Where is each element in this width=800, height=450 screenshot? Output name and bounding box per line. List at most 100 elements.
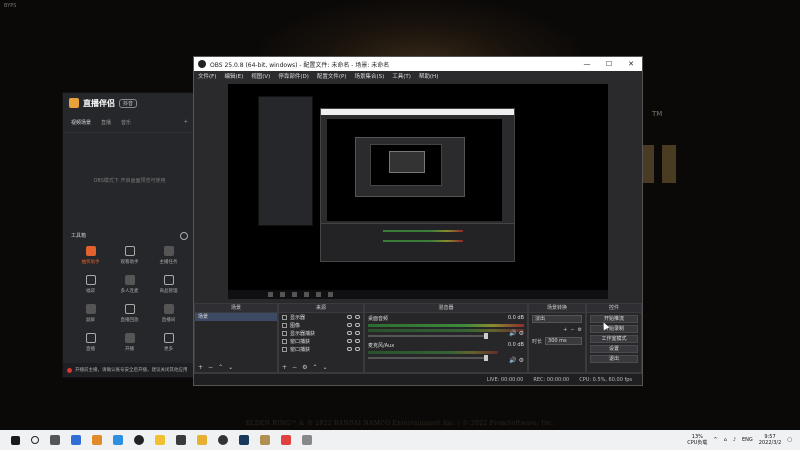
toolbox-item[interactable]: 直播回放 <box>110 304 149 323</box>
start-icon[interactable] <box>11 435 20 445</box>
assistant-header: 直播伴侣 抖音 <box>63 93 196 113</box>
toolbox-item-label: 直播 <box>86 347 95 352</box>
nested-taskbar <box>228 290 608 299</box>
volume-fader[interactable] <box>368 333 488 339</box>
toolbox-item[interactable]: 抽奖助手 <box>71 246 110 265</box>
minimize-button[interactable]: — <box>576 60 598 68</box>
steam-icon[interactable] <box>239 435 249 445</box>
source-settings-icon[interactable]: ⚙ <box>302 364 307 371</box>
task-view-icon[interactable] <box>50 435 60 445</box>
toolbox-item[interactable]: 福袋 <box>71 275 110 294</box>
network-icon[interactable]: ⌂ <box>724 437 727 443</box>
tab-music[interactable]: 音乐 <box>121 119 131 126</box>
app-icon-mail[interactable] <box>113 435 123 445</box>
scene-item[interactable]: 场景 <box>195 313 277 321</box>
toolbox-item[interactable]: 更多 <box>149 333 188 352</box>
visibility-icon[interactable] <box>347 323 352 327</box>
duration-label: 时长 <box>532 338 543 345</box>
visibility-icon[interactable] <box>347 339 352 343</box>
lock-icon[interactable] <box>355 347 360 351</box>
obs-taskbar-icon[interactable] <box>218 435 228 445</box>
volume-icon[interactable]: ♪ <box>733 437 736 443</box>
app-icon-video[interactable] <box>281 435 291 445</box>
stream-preview[interactable] <box>228 84 608 299</box>
move-up-icon[interactable]: ⌃ <box>218 364 223 371</box>
move-up-icon[interactable]: ⌃ <box>312 364 317 371</box>
search-icon[interactable] <box>31 436 39 444</box>
lock-icon[interactable] <box>355 315 360 319</box>
lock-icon[interactable] <box>355 331 360 335</box>
speaker-icon[interactable]: 🔊 ⚙ <box>509 330 524 337</box>
tab-scene[interactable]: 视频场景 <box>71 119 91 126</box>
remove-transition-icon[interactable]: − <box>570 327 574 333</box>
toolbox-item[interactable]: 商品管理 <box>149 275 188 294</box>
speaker-icon[interactable]: 🔊 ⚙ <box>509 357 524 364</box>
tray-chevron-icon[interactable]: ^ <box>713 437 717 443</box>
menu-item[interactable]: 编辑(E) <box>224 72 243 80</box>
language-indicator[interactable]: ENG <box>742 437 753 443</box>
menu-item[interactable]: 配置文件(P) <box>317 72 347 80</box>
app-icon-assistant[interactable] <box>197 435 207 445</box>
start-recording-button[interactable]: 开始录制 <box>590 325 638 333</box>
app-icon-settings[interactable] <box>302 435 312 445</box>
add-tab-icon[interactable]: + <box>184 119 188 126</box>
menu-item[interactable]: 场景集合(S) <box>354 72 384 80</box>
app-icon-browser[interactable] <box>71 435 81 445</box>
tab-live[interactable]: 直播 <box>101 119 111 126</box>
fader-knob[interactable] <box>484 355 488 361</box>
toolbox-item[interactable]: 直播 <box>71 333 110 352</box>
close-button[interactable]: ✕ <box>620 60 642 68</box>
toolbox-item[interactable]: 观看助手 <box>110 246 149 265</box>
toolbox-settings-icon[interactable] <box>180 232 188 240</box>
toolbox-item[interactable]: 开播 <box>110 333 149 352</box>
toolbox-item[interactable]: 多人连麦 <box>110 275 149 294</box>
add-transition-icon[interactable]: + <box>563 327 567 333</box>
studio-mode-button[interactable]: 工作室模式 <box>590 335 638 343</box>
visibility-icon[interactable] <box>347 315 352 319</box>
source-type-icon <box>282 314 287 320</box>
source-item[interactable]: 窗口捕获 <box>279 345 363 353</box>
toolbox-item[interactable]: 副屏 <box>71 304 110 323</box>
volume-fader[interactable] <box>368 355 488 361</box>
app-icon-store[interactable] <box>92 435 102 445</box>
source-item[interactable]: 显示器 <box>279 313 363 321</box>
visibility-icon[interactable] <box>347 331 352 335</box>
menu-item[interactable]: 停靠部件(D) <box>278 72 309 80</box>
platform-badge[interactable]: 抖音 <box>119 98 138 108</box>
source-item[interactable]: 图像 <box>279 321 363 329</box>
menu-item[interactable]: 视图(V) <box>251 72 270 80</box>
toolbox-item[interactable]: 直播间 <box>149 304 188 323</box>
transition-select[interactable]: 淡出 <box>532 315 582 323</box>
source-item[interactable]: 显示器捕获 <box>279 329 363 337</box>
remove-source-icon[interactable]: − <box>292 364 297 371</box>
menu-item[interactable]: 帮助(H) <box>419 72 438 80</box>
add-scene-icon[interactable]: + <box>198 364 203 371</box>
menu-item[interactable]: 文件(F) <box>198 72 216 80</box>
duration-input[interactable]: 300 ms <box>545 337 582 345</box>
transition-settings-icon[interactable]: ⚙ <box>578 327 582 333</box>
cpu-widget[interactable]: 13% CPU负载 <box>687 434 707 446</box>
menu-item[interactable]: 工具(T) <box>392 72 411 80</box>
app-icon-tool[interactable] <box>176 435 186 445</box>
settings-button[interactable]: 设置 <box>590 345 638 353</box>
toolbox-item[interactable]: 主播任务 <box>149 246 188 265</box>
maximize-button[interactable]: ☐ <box>598 60 620 68</box>
exit-button[interactable]: 退出 <box>590 355 638 363</box>
source-item[interactable]: 窗口捕获 <box>279 337 363 345</box>
notification-icon[interactable]: ▢ <box>787 437 792 443</box>
fader-knob[interactable] <box>484 333 488 339</box>
folder-icon[interactable] <box>155 435 165 445</box>
app-icon-game[interactable] <box>134 435 144 445</box>
move-down-icon[interactable]: ⌄ <box>228 364 233 371</box>
remove-scene-icon[interactable]: − <box>208 364 213 371</box>
lock-icon[interactable] <box>355 339 360 343</box>
room-icon <box>163 304 174 314</box>
clock[interactable]: 9:57 2022/3/2 <box>759 434 781 446</box>
scenes-dock-title: 场景 <box>195 304 277 313</box>
app-icon-game2[interactable] <box>260 435 270 445</box>
lock-icon[interactable] <box>355 323 360 327</box>
start-streaming-button[interactable]: 开始推流 <box>590 315 638 323</box>
move-down-icon[interactable]: ⌄ <box>322 364 327 371</box>
visibility-icon[interactable] <box>347 347 352 351</box>
add-source-icon[interactable]: + <box>282 364 287 371</box>
